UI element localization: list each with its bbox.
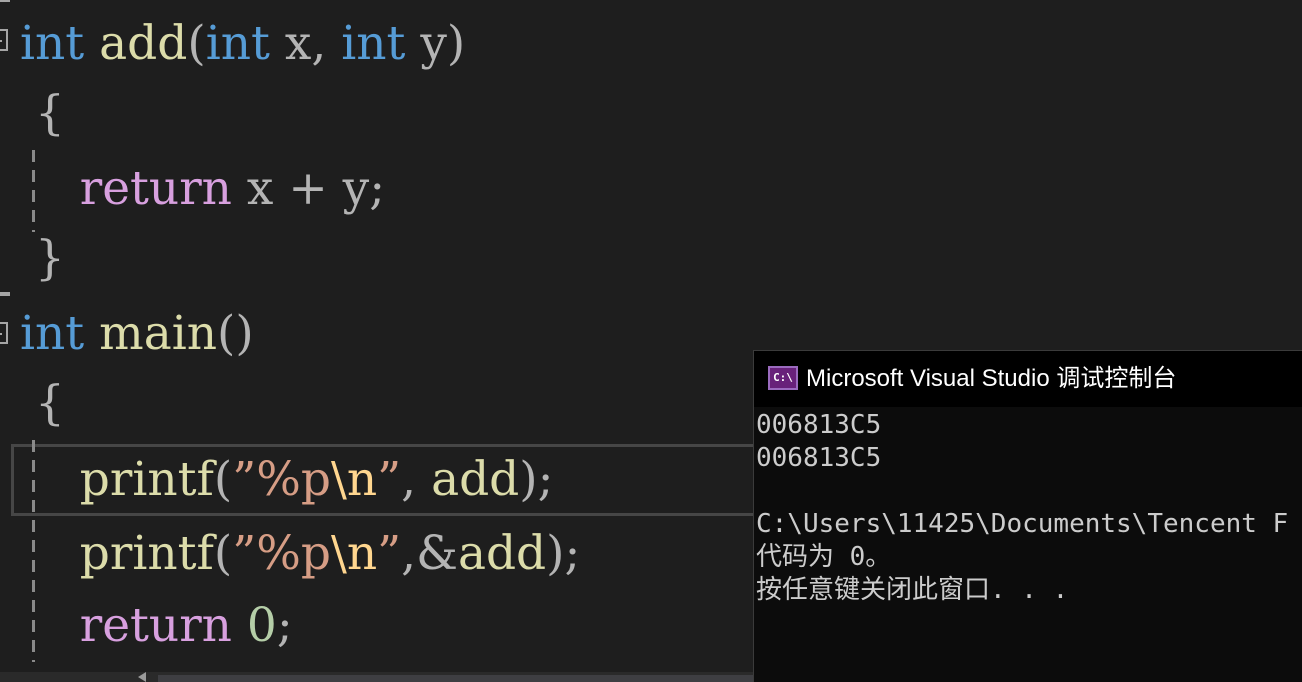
code-token: \n	[331, 452, 378, 507]
code-token: int	[20, 306, 85, 361]
fold-region-tick	[0, 292, 10, 296]
collapse-main-function-icon[interactable]	[0, 322, 8, 344]
code-token: }	[20, 231, 65, 286]
code-token: printf	[79, 452, 214, 507]
code-token: {	[20, 376, 65, 431]
code-token: x,	[269, 16, 342, 71]
code-token: printf	[79, 526, 214, 581]
fold-region-tick	[0, 0, 10, 2]
code-token: );	[519, 452, 554, 507]
code-token: ”	[377, 526, 402, 581]
code-token: \n	[331, 526, 378, 581]
code-line[interactable]: return x + y;	[20, 153, 385, 225]
code-token: ”%p	[232, 526, 332, 581]
console-output[interactable]: 006813C5 006813C5 C:\Users\11425\Documen…	[756, 409, 1302, 607]
code-line[interactable]: }	[20, 223, 65, 295]
code-line[interactable]: int add(int x, int y)	[20, 8, 465, 80]
horizontal-scrollbar-thumb[interactable]	[158, 675, 758, 682]
code-token: ,&	[401, 526, 458, 581]
code-token: ”%p	[232, 452, 332, 507]
code-line[interactable]: {	[20, 368, 65, 440]
code-token: return	[79, 598, 232, 653]
code-line[interactable]: return 0;	[20, 590, 293, 662]
code-token: add	[431, 452, 520, 507]
code-token: add	[99, 16, 188, 71]
code-token: );	[546, 526, 581, 581]
code-line[interactable]: {	[20, 78, 65, 150]
code-token: int	[205, 16, 270, 71]
code-token: int	[341, 16, 406, 71]
code-token: return	[79, 161, 232, 216]
console-title-bar[interactable]: C:\ Microsoft Visual Studio 调试控制台	[754, 351, 1302, 407]
console-output-line: 006813C5	[756, 443, 882, 473]
console-output-line: 006813C5	[756, 410, 882, 440]
code-token: ;	[276, 598, 293, 653]
console-output-line: 按任意键关闭此窗口. . .	[756, 575, 1069, 605]
code-token: ,	[401, 452, 432, 507]
code-token: (	[213, 452, 233, 507]
code-token: ”	[377, 452, 402, 507]
code-token: {	[20, 86, 65, 141]
code-token: y)	[405, 16, 466, 71]
console-app-icon: C:\	[768, 366, 798, 390]
console-output-line: C:\Users\11425\Documents\Tencent F	[756, 509, 1289, 539]
code-token: 0	[246, 598, 277, 653]
code-token: add	[457, 526, 547, 581]
code-line[interactable]: int main()	[20, 298, 254, 370]
screen: int add(int x, int y) { return x + y; } …	[0, 0, 1302, 682]
code-token: (	[187, 16, 206, 71]
code-token: int	[20, 16, 85, 71]
debug-console-window[interactable]: C:\ Microsoft Visual Studio 调试控制台 006813…	[753, 350, 1302, 682]
console-output-line: 代码为 0。	[756, 542, 892, 572]
scroll-left-arrow-icon[interactable]	[138, 672, 146, 682]
console-title: Microsoft Visual Studio 调试控制台	[806, 365, 1177, 392]
code-token: main	[99, 306, 218, 361]
code-token: (	[213, 526, 233, 581]
code-token: ()	[217, 306, 254, 361]
code-token: x + y;	[231, 161, 386, 216]
code-line[interactable]: printf(”%p\n”, add);	[20, 444, 554, 516]
code-line[interactable]: printf(”%p\n”,&add);	[20, 518, 581, 590]
collapse-add-function-icon[interactable]	[0, 29, 8, 51]
